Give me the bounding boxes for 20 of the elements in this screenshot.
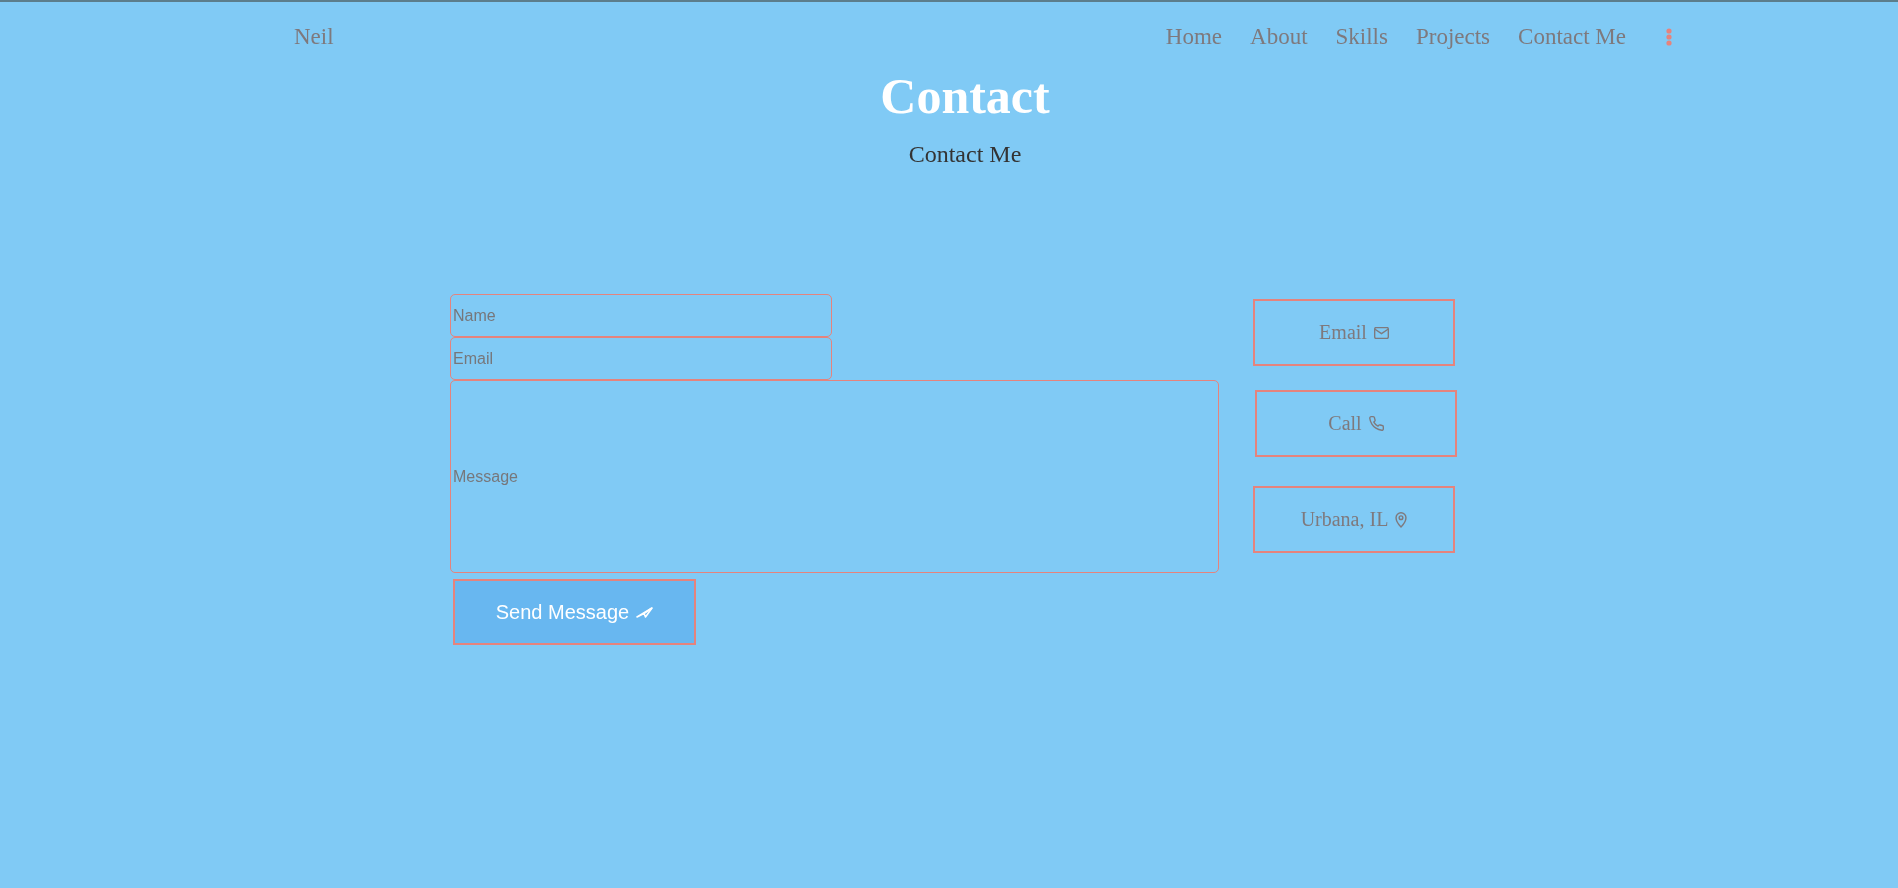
input-field[interactable]: Email [450,337,832,381]
phone-icon [1368,416,1384,432]
envelope-icon [1373,326,1389,339]
contact-button[interactable]: Email [1253,299,1455,367]
nav-link[interactable]: About [1250,24,1308,50]
input-field[interactable]: Name [450,294,832,338]
contact-button[interactable]: Urbana, IL [1253,486,1455,554]
page-subtitle: Contact Me [908,140,1022,169]
nav-link[interactable]: Projects [1415,24,1491,50]
map-pin-icon [1395,511,1408,529]
message-field[interactable]: Message [450,380,1219,574]
send-button[interactable]: Send Message [453,579,696,646]
page-title: Contact [880,68,1050,126]
paper-plane-icon [636,606,654,618]
nav-link[interactable]: Contact Me [1518,24,1626,50]
nav-link[interactable]: Skills [1335,24,1388,50]
more-menu-icon[interactable] [1666,28,1672,46]
contact-button[interactable]: Call [1255,390,1457,458]
brand-link[interactable]: Neil [294,24,334,50]
nav-link[interactable]: Home [1165,24,1222,50]
